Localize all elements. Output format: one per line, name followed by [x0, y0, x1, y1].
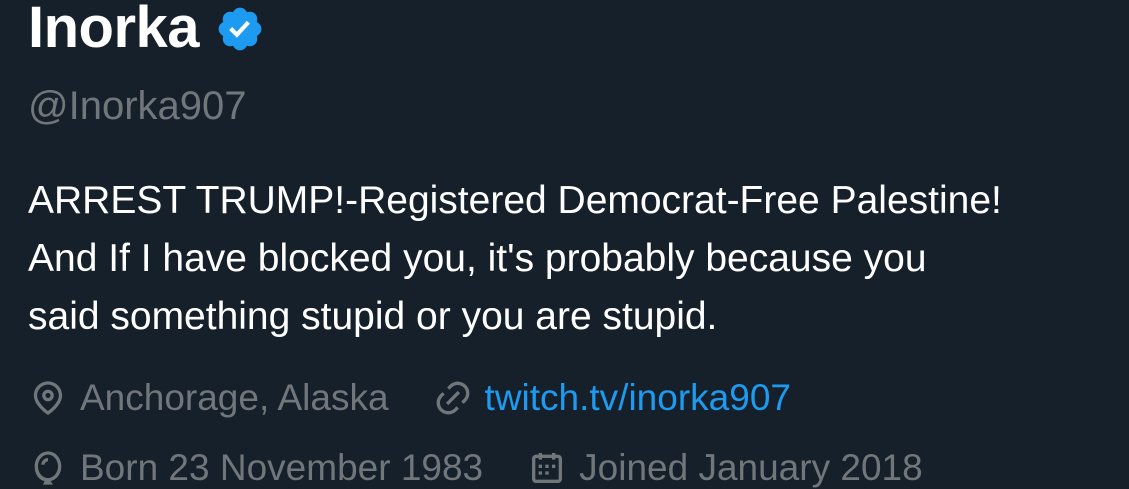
location-pin-icon [33, 381, 63, 416]
verified-badge-icon[interactable] [215, 4, 265, 54]
calendar-icon [532, 453, 563, 483]
profile-header: Inorka @Inorka907 ARREST TRUMP!-Register… [28, 0, 1129, 488]
website[interactable]: twitch.tv/inorka907 [433, 377, 791, 419]
bio: ARREST TRUMP!-Registered Democrat-Free P… [28, 172, 1129, 346]
location: Anchorage, Alaska [28, 377, 389, 419]
bio-line: said something stupid or you are stupid. [28, 295, 718, 338]
balloon-icon [34, 451, 62, 485]
join-date: Joined January 2018 [527, 447, 923, 489]
display-name: Inorka [28, 0, 200, 60]
profile-meta-row: Anchorage, Alaska twitch.tv/inorka907 [28, 377, 835, 419]
name-row: Inorka [28, 0, 1129, 62]
profile-meta-row-2: Born 23 November 1983 Joined January 201… [28, 447, 967, 489]
birth-date-label: Born 23 November 1983 [80, 447, 484, 488]
bio-line: And If I have blocked you, it's probably… [28, 237, 927, 280]
user-handle: @Inorka907 [28, 84, 247, 128]
join-date-label: Joined January 2018 [579, 447, 923, 488]
location-label: Anchorage, Alaska [80, 377, 389, 418]
link-icon [436, 381, 469, 415]
bio-line: ARREST TRUMP!-Registered Democrat-Free P… [28, 179, 1002, 222]
website-link[interactable]: twitch.tv/inorka907 [485, 377, 791, 419]
birth-date: Born 23 November 1983 [28, 447, 483, 489]
